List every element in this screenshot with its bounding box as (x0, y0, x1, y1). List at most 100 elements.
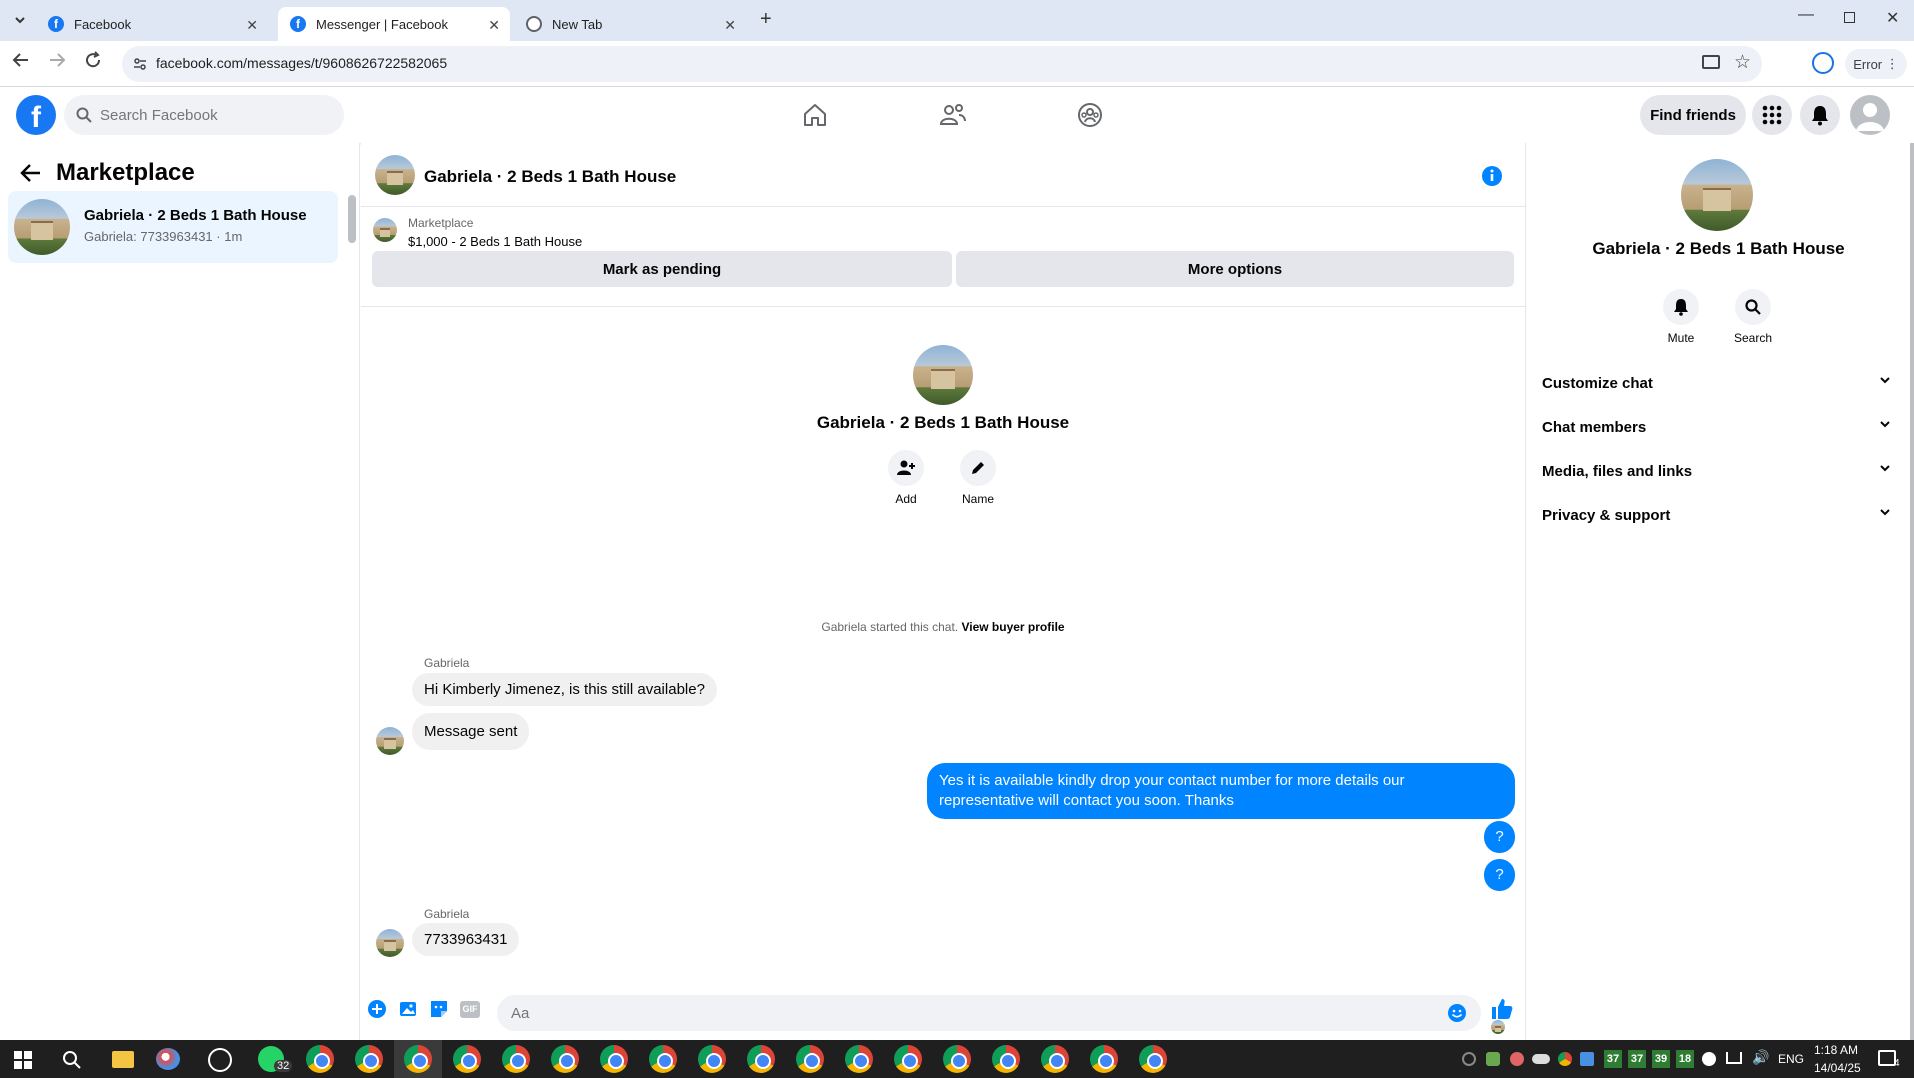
emoji-icon[interactable] (1447, 1003, 1467, 1023)
onedrive-icon[interactable] (1532, 1054, 1550, 1064)
tab-messenger[interactable]: f Messenger | Facebook ✕ (278, 7, 510, 41)
chrome-icon[interactable] (796, 1045, 824, 1073)
taskbar-search-icon[interactable] (62, 1050, 82, 1070)
mark-as-pending-button[interactable]: Mark as pending (372, 251, 952, 287)
tab-facebook[interactable]: f Facebook ✕ (36, 7, 268, 41)
chrome-icon[interactable] (600, 1045, 628, 1073)
clock-date[interactable]: 14/04/25 (1814, 1061, 1861, 1075)
file-explorer-icon[interactable] (112, 1051, 134, 1068)
chrome-icon[interactable] (502, 1045, 530, 1073)
volume-icon[interactable]: 🔊 (1752, 1049, 1769, 1066)
tab-new-tab[interactable]: New Tab ✕ (514, 7, 746, 41)
listing-title[interactable]: $1,000 - 2 Beds 1 Bath House (408, 234, 582, 249)
tray-chrome-icon[interactable] (1558, 1052, 1572, 1066)
groups-icon[interactable] (1070, 95, 1110, 135)
tray-temp-badge[interactable]: 18 (1676, 1050, 1694, 1068)
incoming-message[interactable]: Hi Kimberly Jimenez, is this still avail… (412, 673, 717, 706)
facebook-search[interactable] (64, 95, 344, 135)
mute-button[interactable]: Mute (1656, 289, 1706, 345)
listing-thumbnail[interactable] (373, 218, 397, 242)
notifications-bell-icon[interactable] (1800, 95, 1840, 135)
windows-start-icon[interactable] (14, 1051, 32, 1069)
chrome-icon[interactable] (306, 1045, 334, 1073)
back-icon[interactable] (12, 51, 30, 69)
more-options-button[interactable]: More options (956, 251, 1514, 287)
chrome-icon[interactable] (551, 1045, 579, 1073)
chrome-icon[interactable] (453, 1045, 481, 1073)
forward-icon[interactable] (48, 51, 66, 69)
details-avatar[interactable] (1681, 159, 1753, 231)
thumbs-up-icon[interactable] (1490, 997, 1514, 1021)
friends-icon[interactable] (933, 95, 973, 135)
tray-temp-badge[interactable]: 37 (1604, 1050, 1622, 1068)
site-info-icon[interactable] (132, 56, 148, 72)
sticker-icon[interactable] (429, 999, 449, 1019)
search-input[interactable] (100, 95, 330, 135)
network-icon[interactable] (1726, 1052, 1742, 1064)
back-arrow-icon[interactable] (20, 163, 42, 183)
chat-avatar[interactable] (375, 155, 415, 195)
language-indicator[interactable]: ENG (1778, 1052, 1804, 1066)
chat-members-section[interactable]: Chat members (1542, 407, 1892, 447)
chatgpt-icon[interactable] (208, 1048, 232, 1072)
tab-search-chevron-icon[interactable] (8, 8, 32, 32)
close-icon[interactable]: ✕ (488, 17, 500, 34)
chrome-icon[interactable] (992, 1045, 1020, 1073)
sender-avatar[interactable] (376, 727, 404, 755)
edit-name-button[interactable]: Name (958, 450, 998, 506)
view-buyer-profile-link[interactable]: View buyer profile (961, 620, 1064, 634)
chrome-icon[interactable] (1090, 1045, 1118, 1073)
tray-app-icon[interactable] (1510, 1052, 1524, 1066)
star-bookmark-icon[interactable]: ☆ (1734, 51, 1751, 74)
sender-avatar[interactable] (376, 929, 404, 957)
facebook-logo[interactable]: f (16, 95, 56, 135)
profile-icon[interactable] (1812, 52, 1834, 74)
clock-time[interactable]: 1:18 AM (1814, 1043, 1858, 1057)
list-scrollbar[interactable] (348, 195, 356, 243)
add-people-button[interactable]: Add (886, 450, 926, 506)
chrome-icon[interactable] (1139, 1045, 1167, 1073)
profile-error-chip[interactable]: Error ⋮ (1845, 49, 1907, 79)
home-icon[interactable] (795, 95, 835, 135)
account-avatar-icon[interactable] (1850, 95, 1890, 135)
privacy-support-section[interactable]: Privacy & support (1542, 495, 1892, 535)
chrome-icon[interactable] (1041, 1045, 1069, 1073)
incoming-message[interactable]: 7733963431 (412, 923, 520, 956)
find-friends-button[interactable]: Find friends (1640, 95, 1746, 135)
message-input-box[interactable] (497, 995, 1481, 1031)
menu-grid-icon[interactable] (1752, 95, 1792, 135)
reload-icon[interactable] (84, 51, 102, 69)
customize-chat-section[interactable]: Customize chat (1542, 363, 1892, 403)
tray-app-icon[interactable] (1702, 1052, 1716, 1066)
tray-temp-badge[interactable]: 37 (1628, 1050, 1646, 1068)
chrome-icon[interactable] (649, 1045, 677, 1073)
media-files-links-section[interactable]: Media, files and links (1542, 451, 1892, 491)
plus-circle-icon[interactable] (367, 999, 387, 1019)
tray-app-icon[interactable] (1486, 1052, 1500, 1066)
close-icon[interactable]: ✕ (246, 17, 258, 34)
outgoing-message[interactable]: Yes it is available kindly drop your con… (927, 763, 1515, 819)
message-input[interactable] (511, 995, 1411, 1031)
install-app-icon[interactable] (1702, 55, 1720, 69)
restore-icon[interactable] (1844, 12, 1855, 23)
page-scrollbar[interactable] (1910, 143, 1914, 1040)
tray-temp-badge[interactable]: 39 (1652, 1050, 1670, 1068)
new-tab-plus-icon[interactable]: + (760, 8, 772, 31)
photo-icon[interactable] (399, 999, 419, 1019)
chrome-icon[interactable] (355, 1045, 383, 1073)
search-in-chat-button[interactable]: Search (1728, 289, 1778, 345)
incoming-message[interactable]: Message sent (412, 713, 530, 750)
tray-drive-icon[interactable] (1580, 1052, 1594, 1066)
chrome-icon[interactable] (404, 1045, 432, 1073)
conversation-list-item[interactable]: Gabriela · 2 Beds 1 Bath House Gabriela:… (8, 191, 338, 263)
gif-icon[interactable]: GIF (460, 1001, 480, 1018)
window-close-icon[interactable]: ✕ (1886, 8, 1899, 28)
outgoing-message[interactable]: ? (1484, 821, 1515, 853)
minimize-icon[interactable]: — (1798, 6, 1814, 24)
paint-app-icon[interactable] (156, 1048, 180, 1070)
chrome-icon[interactable] (943, 1045, 971, 1073)
tray-app-icon[interactable] (1462, 1052, 1476, 1066)
address-bar[interactable]: facebook.com/messages/t/9608626722582065… (122, 46, 1762, 82)
chrome-icon[interactable] (894, 1045, 922, 1073)
info-icon[interactable] (1481, 165, 1503, 187)
